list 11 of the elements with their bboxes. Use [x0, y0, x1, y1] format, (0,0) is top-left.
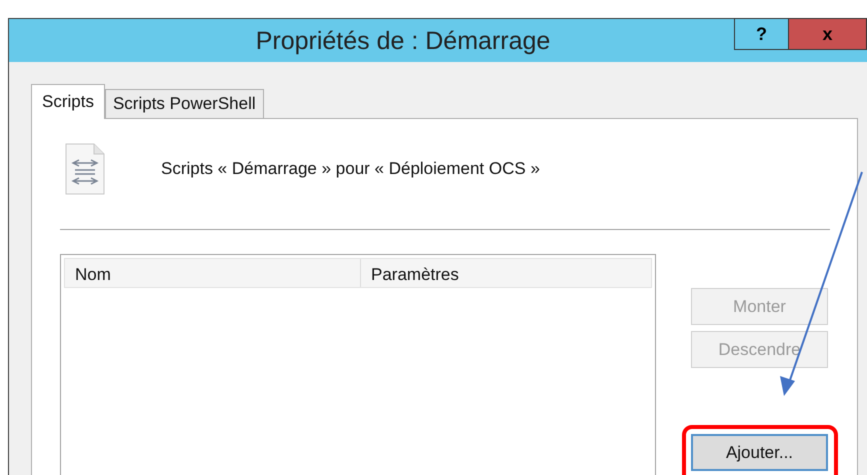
tab[interactable]: Scripts PowerShell [104, 89, 264, 118]
script-file-icon [65, 143, 105, 195]
action-button[interactable]: Ajouter... [691, 434, 828, 471]
window-title: Propriétés de : Démarrage [256, 26, 550, 56]
tab[interactable]: Scripts [31, 84, 105, 119]
scripts-list[interactable]: Nom Paramètres [60, 254, 656, 475]
column-header[interactable]: Paramètres [361, 259, 651, 287]
close-button[interactable]: x [789, 18, 867, 50]
column-header[interactable]: Nom [65, 259, 361, 287]
help-button[interactable]: ? [734, 18, 789, 50]
header-text: Scripts « Démarrage » pour « Déploiement OCS » [161, 159, 540, 179]
